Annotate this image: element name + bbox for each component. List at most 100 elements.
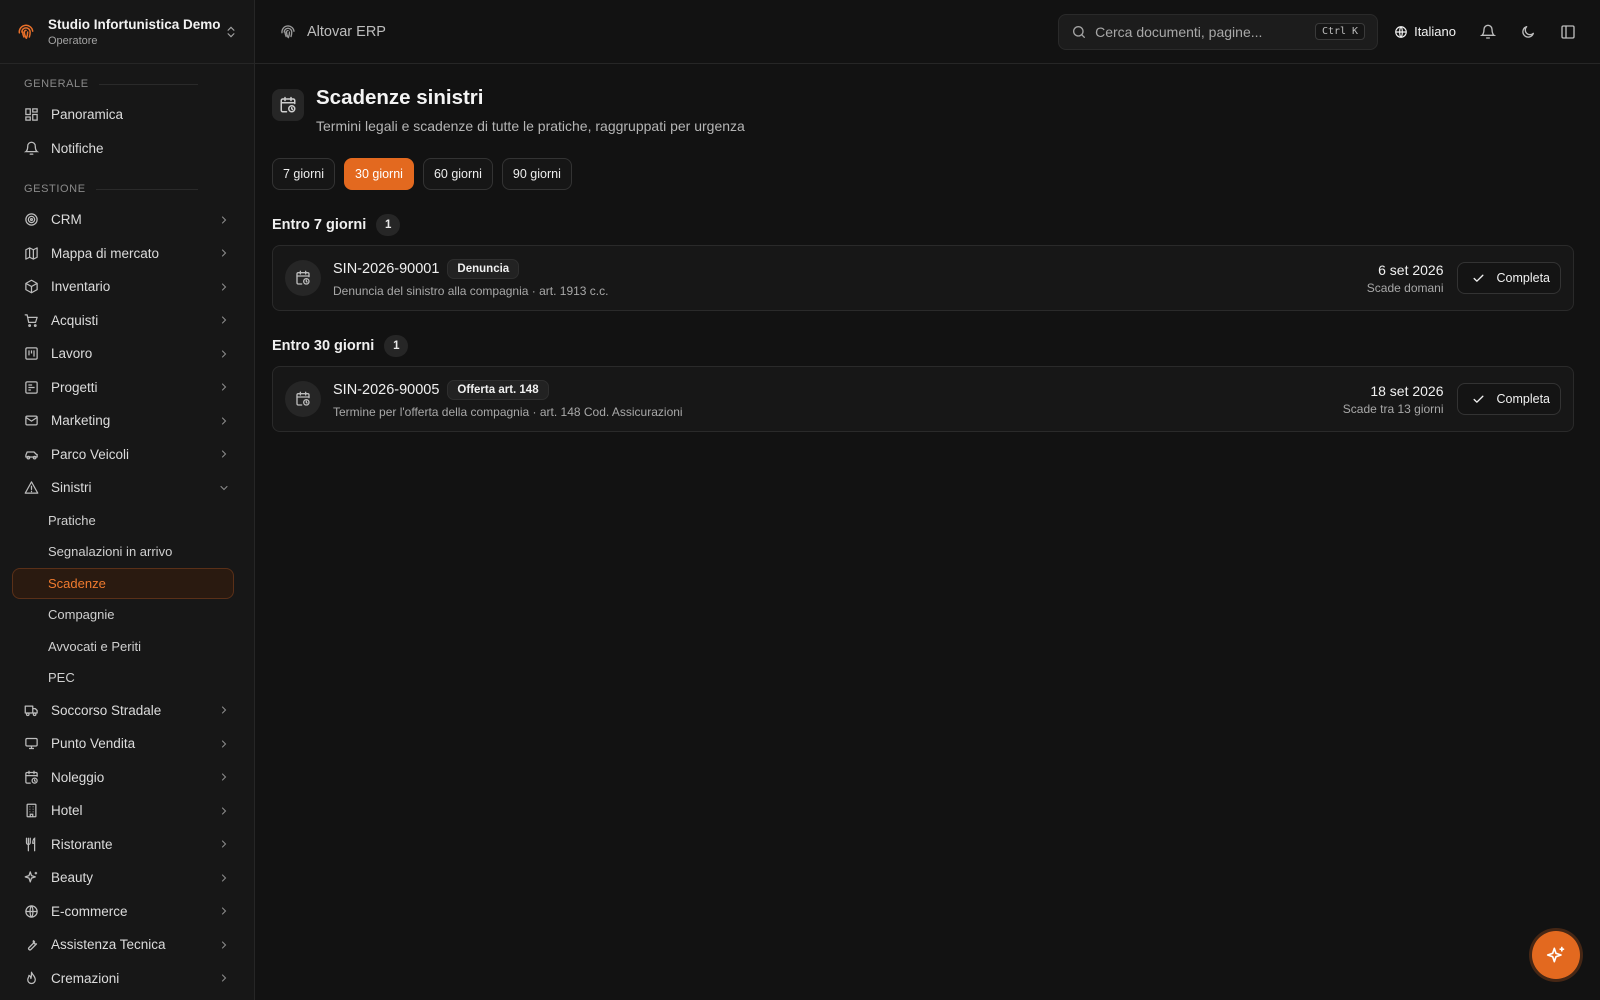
section-label-gestione: GESTIONE bbox=[0, 179, 254, 199]
sparkles-icon bbox=[24, 871, 38, 883]
sidebar-item-label: Punto Vendita bbox=[51, 736, 136, 752]
calendar-clock-icon bbox=[280, 96, 296, 113]
page-title: Scadenze sinistri bbox=[316, 86, 484, 109]
page-subtitle: Termini legali e scadenze di tutte le pr… bbox=[316, 118, 745, 134]
deadline-date: 6 set 2026 bbox=[1378, 261, 1444, 278]
org-switcher[interactable]: Studio Infortunistica Demo Operatore bbox=[0, 0, 254, 64]
sidebar-item-crm[interactable]: CRM bbox=[0, 203, 254, 237]
sidebar-item-punto-vendita[interactable]: Punto Vendita bbox=[0, 727, 254, 761]
deadline-card[interactable]: SIN-2026-90001 Denuncia Denuncia del sin… bbox=[272, 245, 1574, 311]
complete-button[interactable]: Completa bbox=[1456, 383, 1561, 415]
app-name: Altovar ERP bbox=[307, 23, 386, 40]
card-icon bbox=[285, 381, 321, 417]
sidebar-item-mappa-di-mercato[interactable]: Mappa di mercato bbox=[0, 237, 254, 271]
package-icon bbox=[25, 279, 38, 294]
group-header: Entro 30 giorni 1 bbox=[272, 335, 1574, 357]
deadline-card[interactable]: SIN-2026-90005 Offerta art. 148 Termine … bbox=[272, 366, 1574, 432]
sidebar-item-label: Noleggio bbox=[51, 769, 105, 785]
search-input[interactable] bbox=[1095, 23, 1307, 40]
group-header: Entro 7 giorni 1 bbox=[272, 214, 1574, 236]
deadline-date: 18 set 2026 bbox=[1370, 382, 1444, 399]
sidebar-item-progetti[interactable]: Progetti bbox=[0, 371, 254, 405]
check-icon bbox=[1472, 274, 1484, 282]
filter-30-days[interactable]: 30 giorni bbox=[344, 158, 414, 190]
sidebar-item-label: Mappa di mercato bbox=[51, 245, 160, 261]
sidebar-item-label: CRM bbox=[51, 212, 82, 228]
globe-icon bbox=[1395, 25, 1407, 38]
bell-icon[interactable] bbox=[1480, 24, 1496, 40]
sidebar-item-cremazioni[interactable]: Cremazioni bbox=[0, 962, 254, 996]
mail-icon bbox=[25, 415, 38, 426]
check-icon bbox=[1472, 395, 1484, 403]
calendar-clock-icon bbox=[25, 770, 38, 784]
sidebar-item-soccorso-stradale[interactable]: Soccorso Stradale bbox=[0, 694, 254, 728]
sidebar-item-marketing[interactable]: Marketing bbox=[0, 404, 254, 438]
sidebar-subitem-scadenze[interactable]: Scadenze bbox=[12, 567, 234, 599]
section-label-generale: GENERALE bbox=[0, 74, 254, 94]
deadline-description: Denuncia del sinistro alla compagnia · a… bbox=[333, 283, 609, 298]
chevron-right-icon bbox=[221, 316, 227, 324]
sidebar-item-e-commerce[interactable]: E-commerce bbox=[0, 895, 254, 929]
sidebar-item-inventario[interactable]: Inventario bbox=[0, 270, 254, 304]
ai-assistant-button[interactable] bbox=[1532, 931, 1580, 979]
sidebar-item-sinistri[interactable]: Sinistri bbox=[0, 471, 254, 505]
language-label: Italiano bbox=[1414, 24, 1456, 39]
moon-icon[interactable] bbox=[1520, 24, 1536, 40]
chevron-right-icon bbox=[221, 383, 227, 391]
complete-button[interactable]: Completa bbox=[1456, 262, 1561, 294]
sidebar-item-ristorante[interactable]: Ristorante bbox=[0, 828, 254, 862]
sidebar-item-acquisti[interactable]: Acquisti bbox=[0, 304, 254, 338]
sidebar-subitem-compagnie[interactable]: Compagnie bbox=[12, 599, 234, 631]
group-title: Entro 7 giorni bbox=[272, 217, 367, 233]
dashboard-icon bbox=[25, 108, 38, 121]
language-selector[interactable]: Italiano bbox=[1394, 24, 1456, 39]
sidebar-item-parco-veicoli[interactable]: Parco Veicoli bbox=[0, 438, 254, 472]
sidebar-item-notifiche[interactable]: Notifiche bbox=[0, 132, 254, 166]
truck-icon bbox=[24, 705, 38, 716]
sidebar-toggle-icon[interactable] bbox=[1560, 24, 1576, 40]
chevron-right-icon bbox=[221, 350, 227, 358]
sidebar: Studio Infortunistica Demo Operatore GEN… bbox=[0, 0, 255, 1000]
search-box[interactable]: Ctrl K bbox=[1058, 13, 1379, 50]
sidebar-item-label: Parco Veicoli bbox=[51, 446, 130, 462]
map-icon bbox=[25, 247, 38, 260]
complete-button-label: Completa bbox=[1496, 271, 1551, 285]
sidebar-item-assistenza-tecnica[interactable]: Assistenza Tecnica bbox=[0, 928, 254, 962]
monitor-icon bbox=[25, 738, 38, 750]
sidebar-subitem-avvocati-periti[interactable]: Avvocati e Periti bbox=[12, 631, 234, 663]
chevron-right-icon bbox=[221, 706, 227, 714]
chevron-down-icon bbox=[220, 485, 228, 491]
deadline-relative: Scade tra 13 giorni bbox=[1342, 401, 1444, 416]
sidebar-item-label: Marketing bbox=[51, 413, 111, 429]
claim-code[interactable]: SIN-2026-90005 bbox=[333, 382, 439, 398]
filter-90-days[interactable]: 90 giorni bbox=[501, 158, 572, 190]
fingerprint-icon bbox=[281, 24, 295, 38]
building-icon bbox=[26, 803, 37, 818]
group-count-badge: 1 bbox=[376, 214, 401, 236]
sidebar-item-label: Beauty bbox=[51, 870, 94, 886]
fingerprint-icon bbox=[18, 24, 34, 39]
sidebar-item-label: Soccorso Stradale bbox=[51, 702, 162, 718]
chevron-right-icon bbox=[221, 249, 227, 257]
sidebar-item-label: Notifiche bbox=[51, 140, 104, 156]
claim-code[interactable]: SIN-2026-90001 bbox=[333, 261, 439, 277]
sidebar-subitem-segnalazioni[interactable]: Segnalazioni in arrivo bbox=[12, 536, 234, 568]
sidebar-item-lavoro[interactable]: Lavoro bbox=[0, 337, 254, 371]
chevron-right-icon bbox=[221, 907, 227, 915]
chevron-right-icon bbox=[221, 740, 227, 748]
bell-icon bbox=[24, 141, 39, 155]
sidebar-item-hotel[interactable]: Hotel bbox=[0, 794, 254, 828]
sidebar-subitem-pratiche[interactable]: Pratiche bbox=[12, 505, 234, 537]
filter-7-days[interactable]: 7 giorni bbox=[272, 158, 335, 190]
chevron-right-icon bbox=[221, 773, 227, 781]
sidebar-item-label: Acquisti bbox=[51, 312, 99, 328]
sidebar-subitem-pec[interactable]: PEC bbox=[12, 662, 234, 694]
sidebar-item-label: Ristorante bbox=[51, 836, 113, 852]
sidebar-item-beauty[interactable]: Beauty bbox=[0, 861, 254, 895]
deadline-relative: Scade domani bbox=[1366, 280, 1444, 295]
filter-60-days[interactable]: 60 giorni bbox=[422, 158, 493, 190]
chevron-right-icon bbox=[221, 417, 227, 425]
sidebar-item-panoramica[interactable]: Panoramica bbox=[0, 98, 254, 132]
sidebar-item-noleggio[interactable]: Noleggio bbox=[0, 761, 254, 795]
sidebar-item-label: Progetti bbox=[51, 379, 98, 395]
